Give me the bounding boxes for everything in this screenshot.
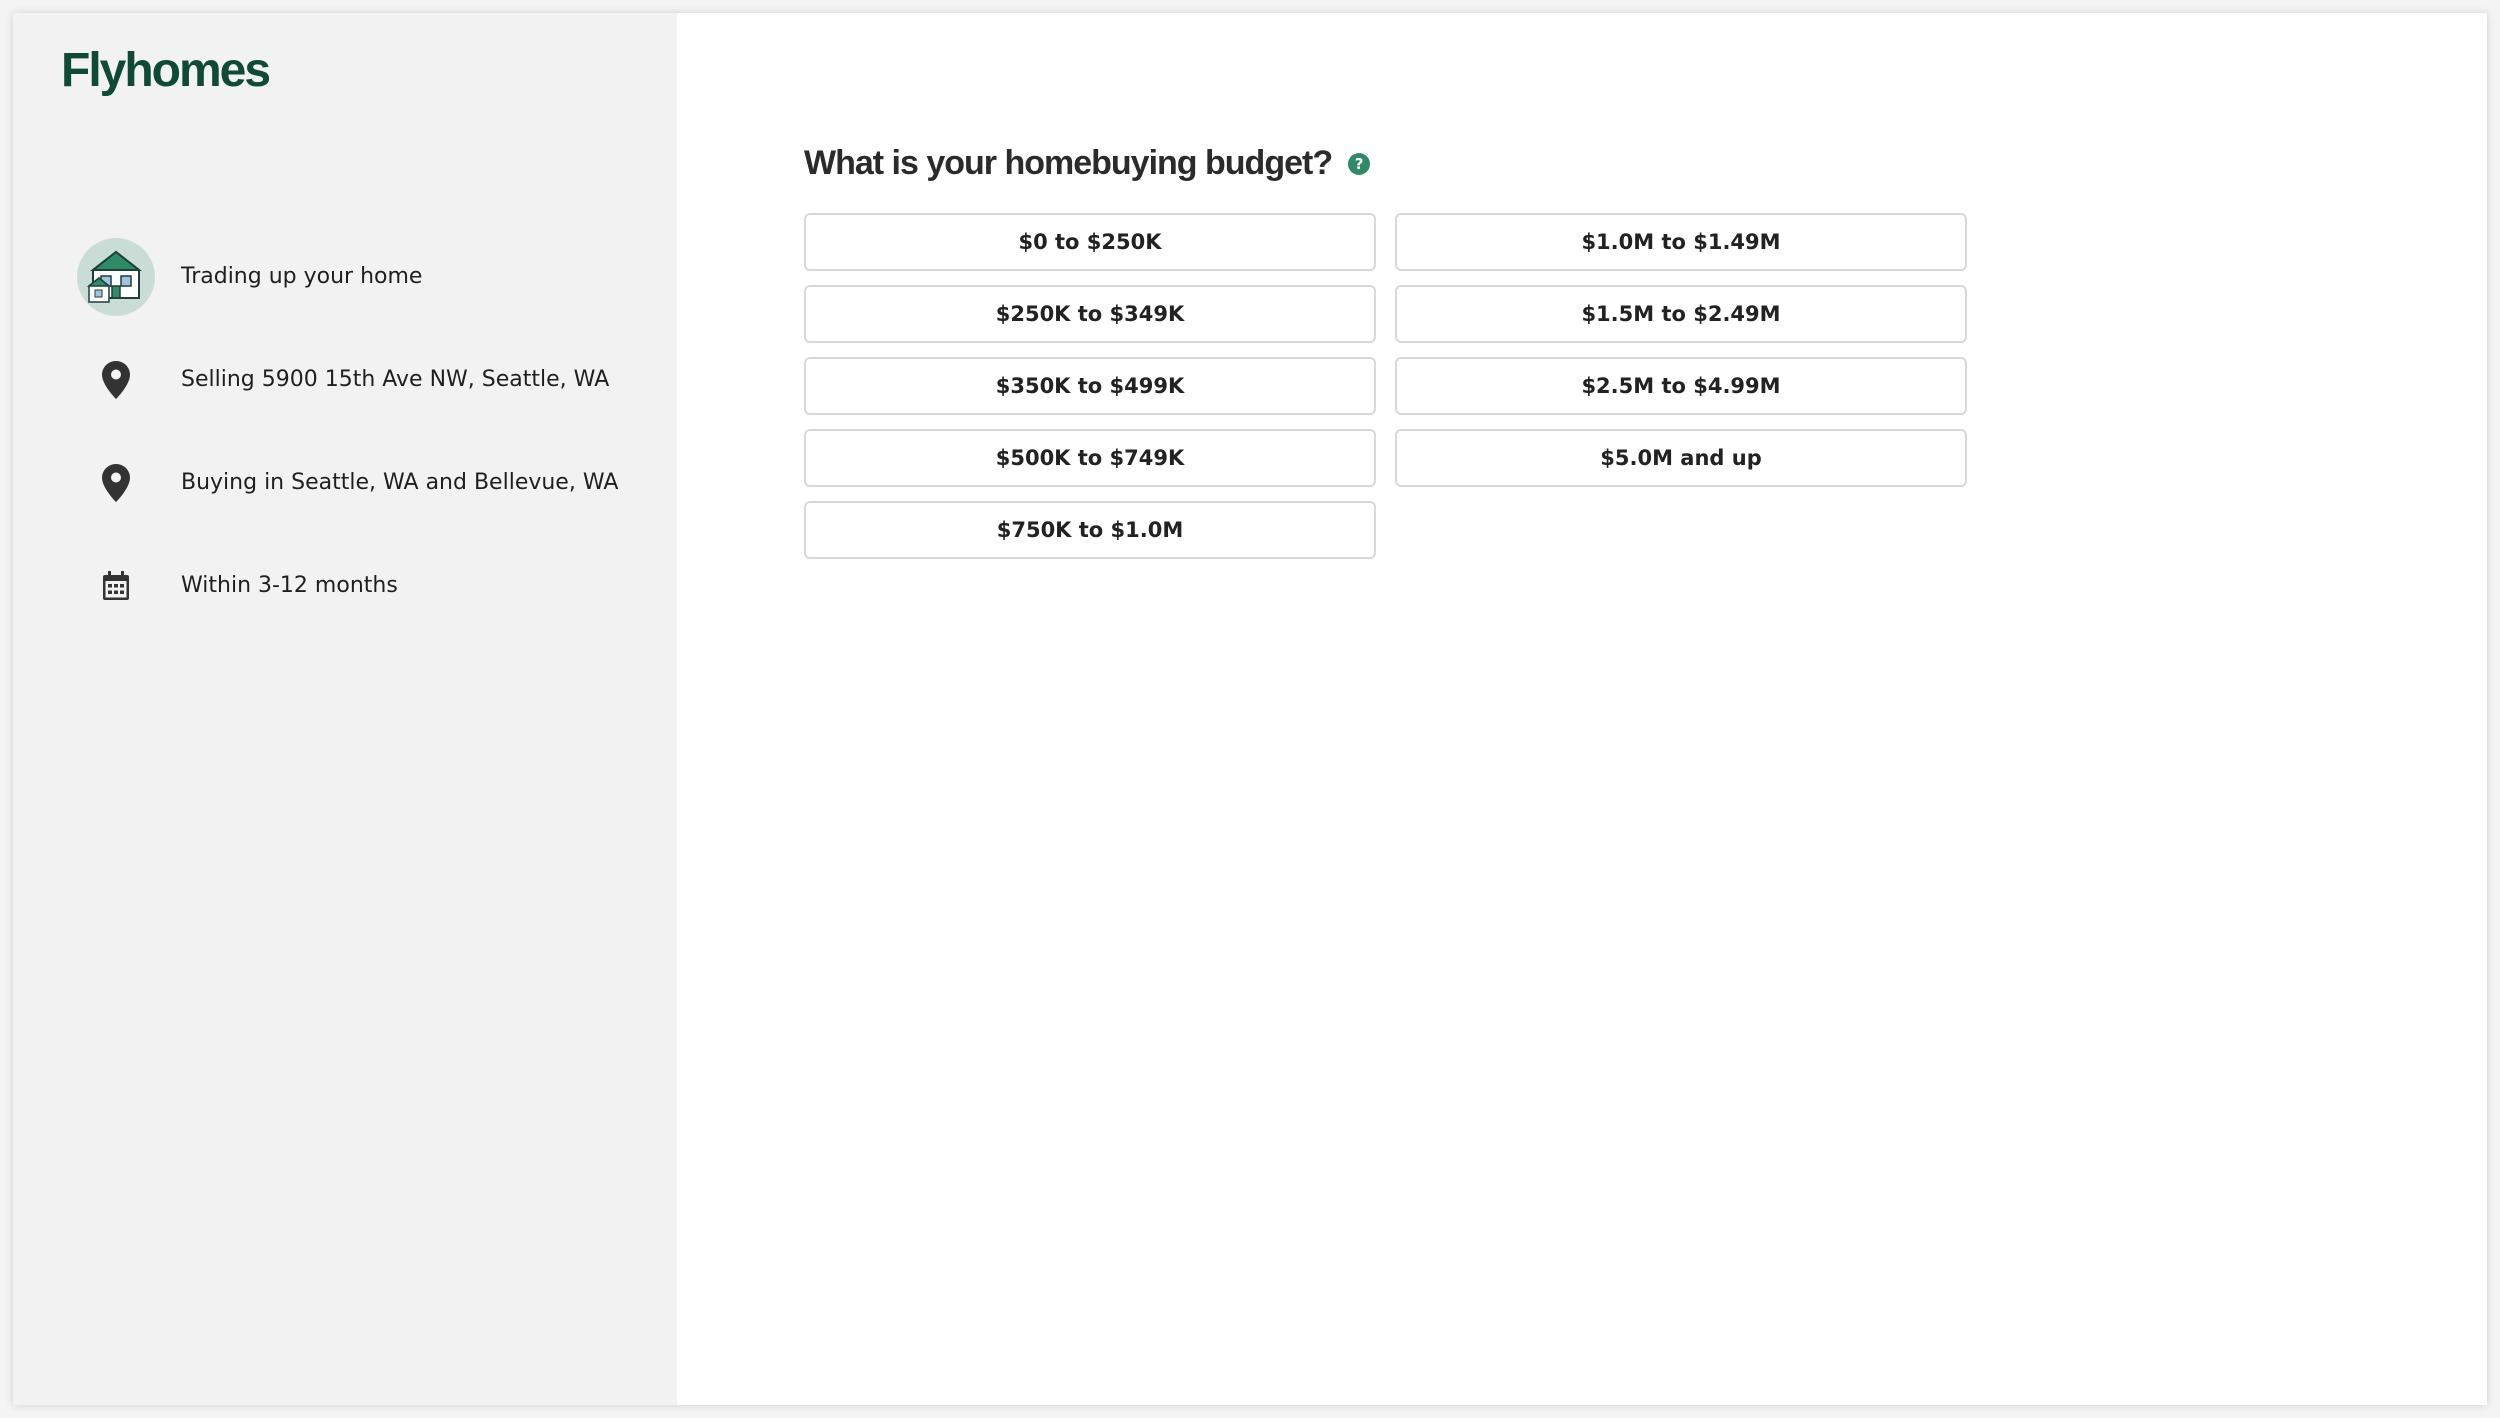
flyhomes-logo[interactable]: Flyhomes bbox=[61, 43, 271, 98]
budget-question: What is your homebuying budget? ? bbox=[804, 144, 1371, 183]
summary-item-selling: Selling 5900 15th Ave NW, Seattle, WA bbox=[77, 328, 657, 431]
summary-item-timeline: Within 3-12 months bbox=[77, 534, 657, 637]
location-pin-icon bbox=[77, 444, 155, 522]
summary-label: Within 3-12 months bbox=[181, 573, 398, 598]
question-title: What is your homebuying budget? bbox=[804, 144, 1333, 182]
budget-option-25m-499m[interactable]: $2.5M to $4.99M bbox=[1395, 357, 1967, 415]
main-content: What is your homebuying budget? ? $0 to … bbox=[677, 13, 2487, 1405]
budget-option-1m-149m[interactable]: $1.0M to $1.49M bbox=[1395, 213, 1967, 271]
budget-options: $0 to $250K $250K to $349K $350K to $499… bbox=[804, 213, 1967, 559]
summary-label: Buying in Seattle, WA and Bellevue, WA bbox=[181, 470, 619, 495]
house-illustration-icon bbox=[77, 237, 155, 316]
budget-option-350k-499k[interactable]: $350K to $499K bbox=[804, 357, 1376, 415]
help-icon[interactable]: ? bbox=[1348, 152, 1371, 175]
budget-option-0-250k[interactable]: $0 to $250K bbox=[804, 213, 1376, 271]
budget-option-250k-349k[interactable]: $250K to $349K bbox=[804, 285, 1376, 343]
calendar-icon bbox=[77, 547, 155, 625]
sidebar: Flyhomes Trading up your home Selling 59… bbox=[13, 13, 677, 1405]
budget-option-500k-749k[interactable]: $500K to $749K bbox=[804, 429, 1376, 487]
app-window: Flyhomes Trading up your home Selling 59… bbox=[13, 13, 2487, 1405]
budget-option-750k-1m[interactable]: $750K to $1.0M bbox=[804, 501, 1376, 559]
summary-item-goal: Trading up your home bbox=[77, 225, 657, 328]
budget-option-15m-249m[interactable]: $1.5M to $2.49M bbox=[1395, 285, 1967, 343]
budget-option-5m-up[interactable]: $5.0M and up bbox=[1395, 429, 1967, 487]
selection-summary: Trading up your home Selling 5900 15th A… bbox=[77, 225, 657, 637]
summary-item-buying: Buying in Seattle, WA and Bellevue, WA bbox=[77, 431, 657, 534]
summary-label: Trading up your home bbox=[181, 264, 423, 289]
summary-label: Selling 5900 15th Ave NW, Seattle, WA bbox=[181, 367, 610, 392]
location-pin-icon bbox=[77, 341, 155, 419]
